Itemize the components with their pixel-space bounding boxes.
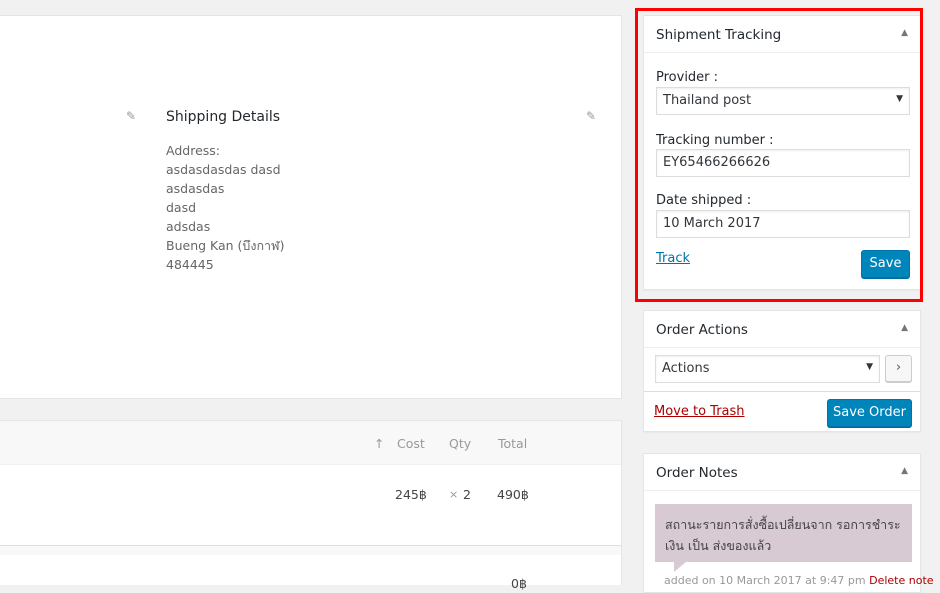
note-content: สถานะรายการสั่งซื้อเปลี่ยนจาก รอการชำระเ…	[655, 504, 912, 562]
note-meta: added on 10 March 2017 at 9:47 pm Delete…	[664, 574, 934, 587]
order-actions-box: Order Actions ▲ Actions ▼ › Move to Tras…	[643, 310, 921, 432]
column-qty: Qty	[449, 436, 472, 451]
column-cost: Cost	[397, 436, 425, 451]
order-action-selected-value: Actions	[662, 361, 710, 376]
order-actions-header[interactable]: Order Actions ▲	[644, 311, 920, 348]
order-notes-box: Order Notes ▲ สถานะรายการสั่งซื้อเปลี่ยน…	[643, 453, 934, 593]
address-line: Bueng Kan (บึงกาฬ)	[166, 238, 285, 253]
sort-icon[interactable]: ↑	[374, 436, 384, 451]
order-data-panel: ✎ ✎	[0, 15, 622, 399]
shipping-row-total: 0฿	[511, 576, 527, 591]
row-divider	[0, 545, 621, 555]
address-line: asdasdasdas dasd	[166, 162, 281, 177]
address-line: dasd	[166, 200, 197, 215]
dropdown-arrow-icon: ▼	[866, 362, 873, 372]
item-cost: 245฿	[395, 487, 427, 502]
order-notes-header[interactable]: Order Notes ▲	[644, 454, 920, 491]
actions-divider	[644, 391, 920, 392]
shipping-details-heading: Shipping Details	[166, 109, 281, 125]
note-timestamp: added on 10 March 2017 at 9:47 pm	[664, 574, 870, 587]
note-tail	[674, 562, 686, 572]
order-notes-title: Order Notes	[656, 465, 738, 481]
shipping-address: Address: asdasdasdas dasd asdasdas dasd …	[166, 141, 284, 274]
move-to-trash-link[interactable]: Move to Trash	[654, 404, 745, 419]
save-order-button[interactable]: Save Order	[827, 399, 912, 427]
address-label: Address:	[166, 143, 220, 158]
column-total: Total	[498, 436, 528, 451]
order-actions-title: Order Actions	[656, 322, 748, 338]
item-qty: 2	[463, 487, 471, 502]
collapse-arrow-icon[interactable]: ▲	[901, 323, 908, 333]
highlight-box	[635, 8, 923, 302]
delete-note-link[interactable]: Delete note	[869, 574, 933, 587]
item-total: 490฿	[497, 487, 529, 502]
apply-action-button[interactable]: ›	[885, 355, 912, 382]
collapse-arrow-icon[interactable]: ▲	[901, 466, 908, 476]
address-line: asdasdas	[166, 181, 225, 196]
items-table-header: ↑ Cost Qty Total	[0, 421, 621, 465]
qty-multiplier: ×	[449, 488, 459, 501]
address-line: 484445	[166, 257, 214, 272]
order-action-select[interactable]: Actions ▼	[655, 355, 880, 383]
edit-shipping-pencil-icon[interactable]: ✎	[586, 109, 596, 123]
address-line: adsdas	[166, 219, 211, 234]
edit-billing-pencil-icon[interactable]: ✎	[126, 109, 136, 123]
order-items-table: ↑ Cost Qty Total 245฿ × 2 490฿ 0฿	[0, 420, 622, 591]
